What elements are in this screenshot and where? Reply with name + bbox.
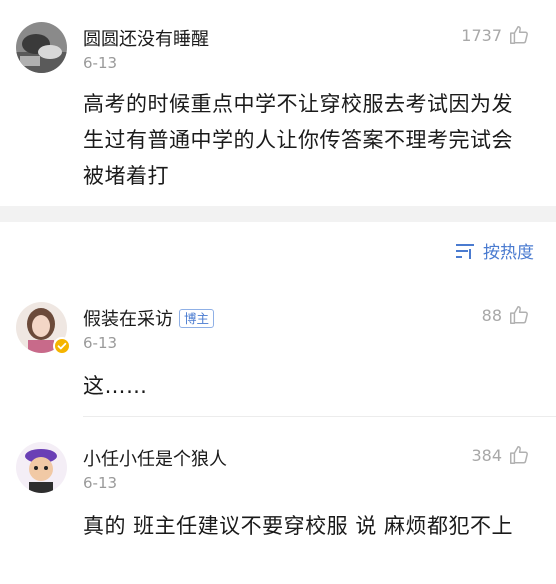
thumbs-up-icon bbox=[510, 26, 528, 44]
sort-toggle[interactable]: 按热度 bbox=[455, 238, 534, 263]
comment-date: 6-13 bbox=[83, 334, 118, 352]
sort-lines-icon bbox=[456, 243, 474, 259]
like-count: 88 bbox=[481, 305, 502, 325]
comment-text: 真的 班主任建议不要穿校服 说 麻烦都犯不上 bbox=[83, 514, 514, 538]
comment-divider bbox=[83, 416, 556, 417]
username[interactable]: 小任小任是个狼人 bbox=[83, 445, 227, 471]
username[interactable]: 圆圆还没有睡醒 bbox=[83, 25, 209, 51]
username-text: 假装在采访 bbox=[83, 309, 173, 330]
comment-feed: 圆圆还没有睡醒 6-13 1737 高考的时候重点中学不让穿校服去考试因为发生过… bbox=[0, 0, 556, 584]
blogger-badge: 博主 bbox=[179, 309, 215, 328]
like-button[interactable]: 88 bbox=[482, 304, 530, 326]
section-divider bbox=[0, 206, 556, 222]
like-count: 1737 bbox=[461, 25, 502, 45]
like-count: 384 bbox=[471, 445, 502, 465]
avatar[interactable] bbox=[16, 302, 71, 355]
user-photo-icon bbox=[16, 22, 67, 73]
avatar[interactable] bbox=[16, 442, 67, 493]
avatar[interactable] bbox=[16, 22, 67, 73]
like-button[interactable]: 384 bbox=[471, 444, 530, 466]
thumbs-up-icon bbox=[510, 306, 528, 324]
thumbs-up-icon bbox=[510, 446, 528, 464]
comment-date: 6-13 bbox=[83, 474, 118, 492]
verified-badge-icon bbox=[53, 337, 71, 355]
username[interactable]: 假装在采访 博主 bbox=[83, 305, 215, 331]
checkmark-icon bbox=[57, 342, 67, 350]
comment-text: 这…… bbox=[83, 374, 148, 398]
comment-date: 6-13 bbox=[83, 54, 118, 72]
comment-text: 高考的时候重点中学不让穿校服去考试因为发生过有普通中学的人让你传答案不理考完试会… bbox=[83, 92, 513, 188]
like-button[interactable]: 1737 bbox=[461, 24, 530, 46]
user-photo-icon bbox=[16, 442, 67, 493]
sort-label: 按热度 bbox=[483, 243, 534, 263]
